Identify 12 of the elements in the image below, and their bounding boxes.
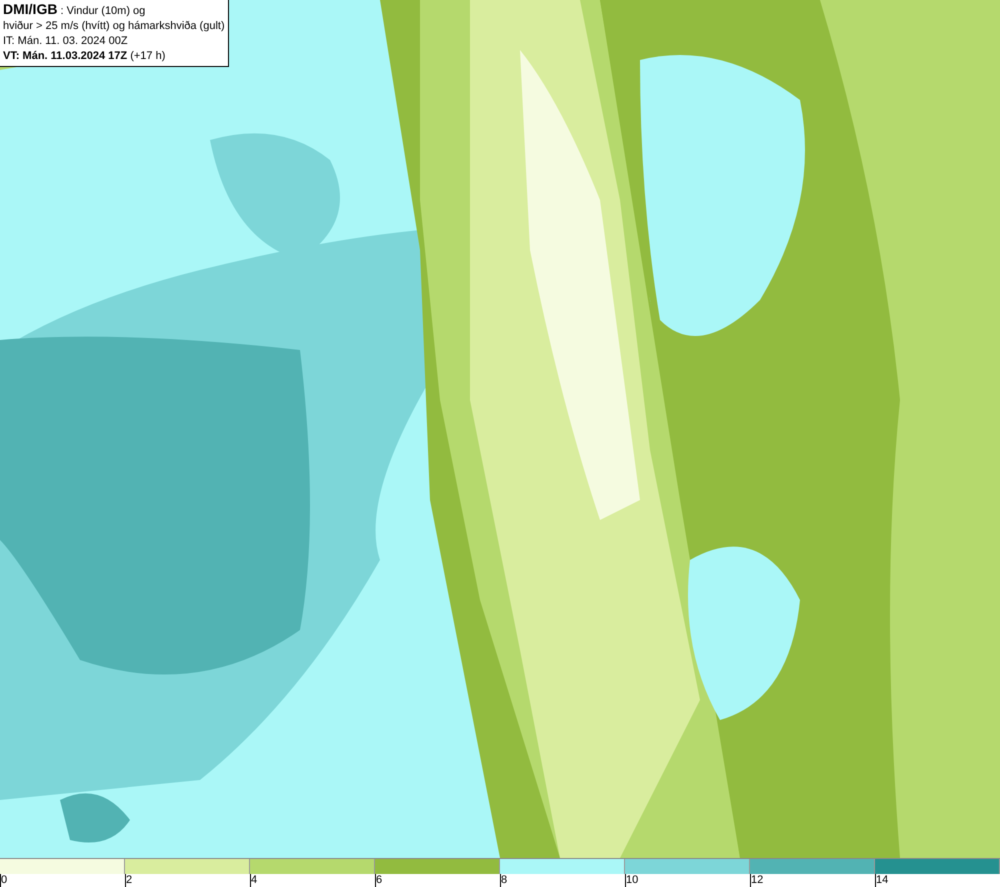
legend-tick-label: 12: [751, 874, 764, 886]
info-text: DMI/IGB : Vindur (10m) og: [3, 2, 146, 19]
legend-tick-label: 0: [1, 874, 8, 886]
info-text: VT: Mán. 11.03.2024 17Z (+17 h): [3, 49, 166, 64]
legend-tick-label: 8: [501, 874, 508, 886]
info-text: IT: Mán. 11. 03. 2024 00Z: [3, 34, 129, 49]
legend-tick-label: 4: [251, 874, 258, 886]
info-text: hviður > 25 m/s (hvítt) og hámarkshviða (gult): [3, 19, 225, 34]
legend-tick-label: 2: [126, 874, 132, 886]
legend-tick-label: 6: [376, 874, 382, 886]
legend-tick-label: 14: [876, 874, 888, 886]
legend-tick-label: 10: [626, 874, 638, 886]
